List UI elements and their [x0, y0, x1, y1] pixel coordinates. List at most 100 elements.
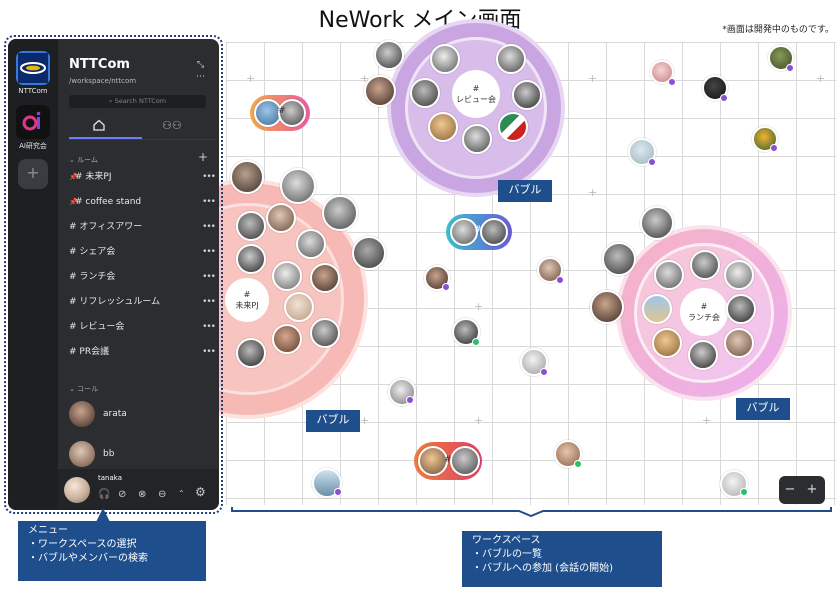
- status-dot: [556, 276, 564, 284]
- headphone-mute-icon[interactable]: ⊘: [118, 489, 126, 500]
- member-avatar[interactable]: [602, 242, 636, 276]
- more-icon[interactable]: •••: [202, 167, 216, 187]
- workspace-icon-ai[interactable]: [16, 105, 50, 139]
- people-tab-icon[interactable]: ⚇⚇: [162, 119, 182, 132]
- member-avatar[interactable]: [272, 324, 302, 354]
- page-title: NeWork メイン画面: [318, 8, 522, 33]
- headphone-icon[interactable]: 🎧: [98, 489, 110, 500]
- call-name: arata: [103, 409, 127, 419]
- member-avatar[interactable]: [640, 206, 674, 240]
- add-workspace-button[interactable]: +: [18, 159, 48, 189]
- bubble-hash: #: [472, 84, 480, 93]
- member-avatar[interactable]: [322, 195, 358, 231]
- member-avatar[interactable]: [726, 294, 756, 324]
- member-avatar[interactable]: [280, 168, 316, 204]
- add-room-button[interactable]: +: [198, 150, 208, 164]
- member-avatar[interactable]: [590, 290, 624, 324]
- chevron-up-icon[interactable]: ⌃: [178, 489, 185, 498]
- member-avatar[interactable]: [724, 260, 754, 290]
- more-icon[interactable]: •••: [202, 317, 216, 337]
- member-avatar[interactable]: [236, 211, 266, 241]
- member-avatar[interactable]: [272, 261, 302, 291]
- more-icon[interactable]: •••: [202, 217, 216, 237]
- member-avatar[interactable]: [364, 75, 396, 107]
- grid-cross: +: [474, 414, 484, 427]
- calls-header-label: コール: [77, 385, 99, 393]
- rooms-section-header[interactable]: ⌄ ルーム: [69, 155, 98, 165]
- room-item[interactable]: # シェア会 •••: [69, 242, 216, 262]
- member-avatar[interactable]: [450, 446, 480, 476]
- member-avatar[interactable]: [284, 292, 314, 322]
- grid-cross: +: [360, 414, 370, 427]
- member-avatar[interactable]: [310, 263, 340, 293]
- zoom-out-button[interactable]: −: [779, 476, 801, 504]
- room-item[interactable]: # オフィスアワー •••: [69, 217, 216, 237]
- room-item[interactable]: # レビュー会 •••: [69, 317, 216, 337]
- workspace-icon-nttcom[interactable]: [16, 51, 50, 85]
- member-avatar[interactable]: [496, 44, 526, 74]
- grid-cross: +: [474, 300, 484, 313]
- room-item[interactable]: # リフレッシュルーム •••: [69, 292, 216, 312]
- member-avatar[interactable]: [352, 236, 386, 270]
- bubble-hash: #: [700, 302, 708, 311]
- member-avatar[interactable]: [480, 218, 508, 246]
- search-input[interactable]: ⌕ Search NTTCom: [69, 95, 206, 108]
- member-avatar[interactable]: [462, 124, 492, 154]
- status-dot: [770, 144, 778, 152]
- info-title: メニュー: [28, 525, 68, 536]
- member-avatar[interactable]: [642, 294, 672, 324]
- collapse-icon[interactable]: ⤡: [196, 59, 205, 71]
- member-avatar[interactable]: [296, 229, 326, 259]
- more-icon[interactable]: ⋯: [196, 71, 205, 83]
- more-icon[interactable]: •••: [202, 292, 216, 312]
- info-title: ワークスペース: [472, 535, 541, 546]
- member-avatar[interactable]: [310, 318, 340, 348]
- bubble-label: ランチ会: [688, 313, 720, 322]
- my-avatar[interactable]: [64, 477, 90, 503]
- member-avatar[interactable]: [724, 328, 754, 358]
- member-avatar[interactable]: [374, 40, 404, 70]
- more-icon[interactable]: •••: [202, 267, 216, 287]
- member-avatar[interactable]: [266, 203, 296, 233]
- more-icon[interactable]: •••: [202, 342, 216, 362]
- more-icon[interactable]: •••: [202, 192, 216, 212]
- calls-section-header[interactable]: ⌄ コール: [69, 384, 98, 394]
- callout-bubble: バブル: [736, 398, 790, 420]
- avatar: [69, 441, 95, 467]
- bubble-center-review[interactable]: # レビュー会: [452, 70, 500, 118]
- room-item[interactable]: # PR会議 •••: [69, 342, 216, 362]
- member-avatar[interactable]: [428, 112, 458, 142]
- rooms-header-label: ルーム: [77, 156, 98, 164]
- room-item[interactable]: # ランチ会 •••: [69, 267, 216, 287]
- workspace-sidebar: NTTCom /workspace/nttcom ⤡ ⋯ ⌕ Search NT…: [58, 39, 219, 510]
- room-item[interactable]: 📌# coffee stand •••: [69, 192, 216, 212]
- room-item[interactable]: 📌# 未来PJ •••: [69, 167, 216, 187]
- member-avatar[interactable]: [688, 340, 718, 370]
- member-avatar[interactable]: [410, 78, 440, 108]
- bubble-center-mirai-pj[interactable]: # 未来PJ: [225, 278, 269, 322]
- callout-bubble: バブル: [498, 180, 552, 202]
- slide: { "title": "NeWork メイン画面", "dev_note": "…: [0, 0, 840, 595]
- call-item[interactable]: arata: [69, 401, 215, 429]
- member-avatar[interactable]: [236, 338, 266, 368]
- member-avatar[interactable]: [690, 250, 720, 280]
- member-avatar[interactable]: [430, 44, 460, 74]
- member-avatar[interactable]: [498, 112, 528, 142]
- member-avatar[interactable]: [236, 244, 266, 274]
- menu-info-box: メニュー ・ワークスペースの選択 ・バブルやメンバーの検索: [18, 521, 206, 581]
- member-avatar[interactable]: [652, 328, 682, 358]
- mic-mute-icon[interactable]: ⊗: [138, 489, 146, 500]
- room-label: # PR会議: [69, 347, 110, 357]
- video-mute-icon[interactable]: ⊖: [158, 489, 166, 500]
- settings-gear-icon[interactable]: ⚙: [195, 485, 206, 499]
- call-item[interactable]: bb: [69, 441, 215, 469]
- zoom-in-button[interactable]: +: [801, 476, 823, 504]
- bubble-center-lunch[interactable]: # ランチ会: [680, 288, 728, 336]
- more-icon[interactable]: •••: [202, 242, 216, 262]
- member-avatar[interactable]: [230, 160, 264, 194]
- home-tab-icon[interactable]: [92, 118, 106, 132]
- member-avatar[interactable]: [654, 260, 684, 290]
- info-item: ・バブルやメンバーの検索: [28, 553, 148, 564]
- member-avatar[interactable]: [512, 80, 542, 110]
- bubble-hash: #: [243, 290, 251, 299]
